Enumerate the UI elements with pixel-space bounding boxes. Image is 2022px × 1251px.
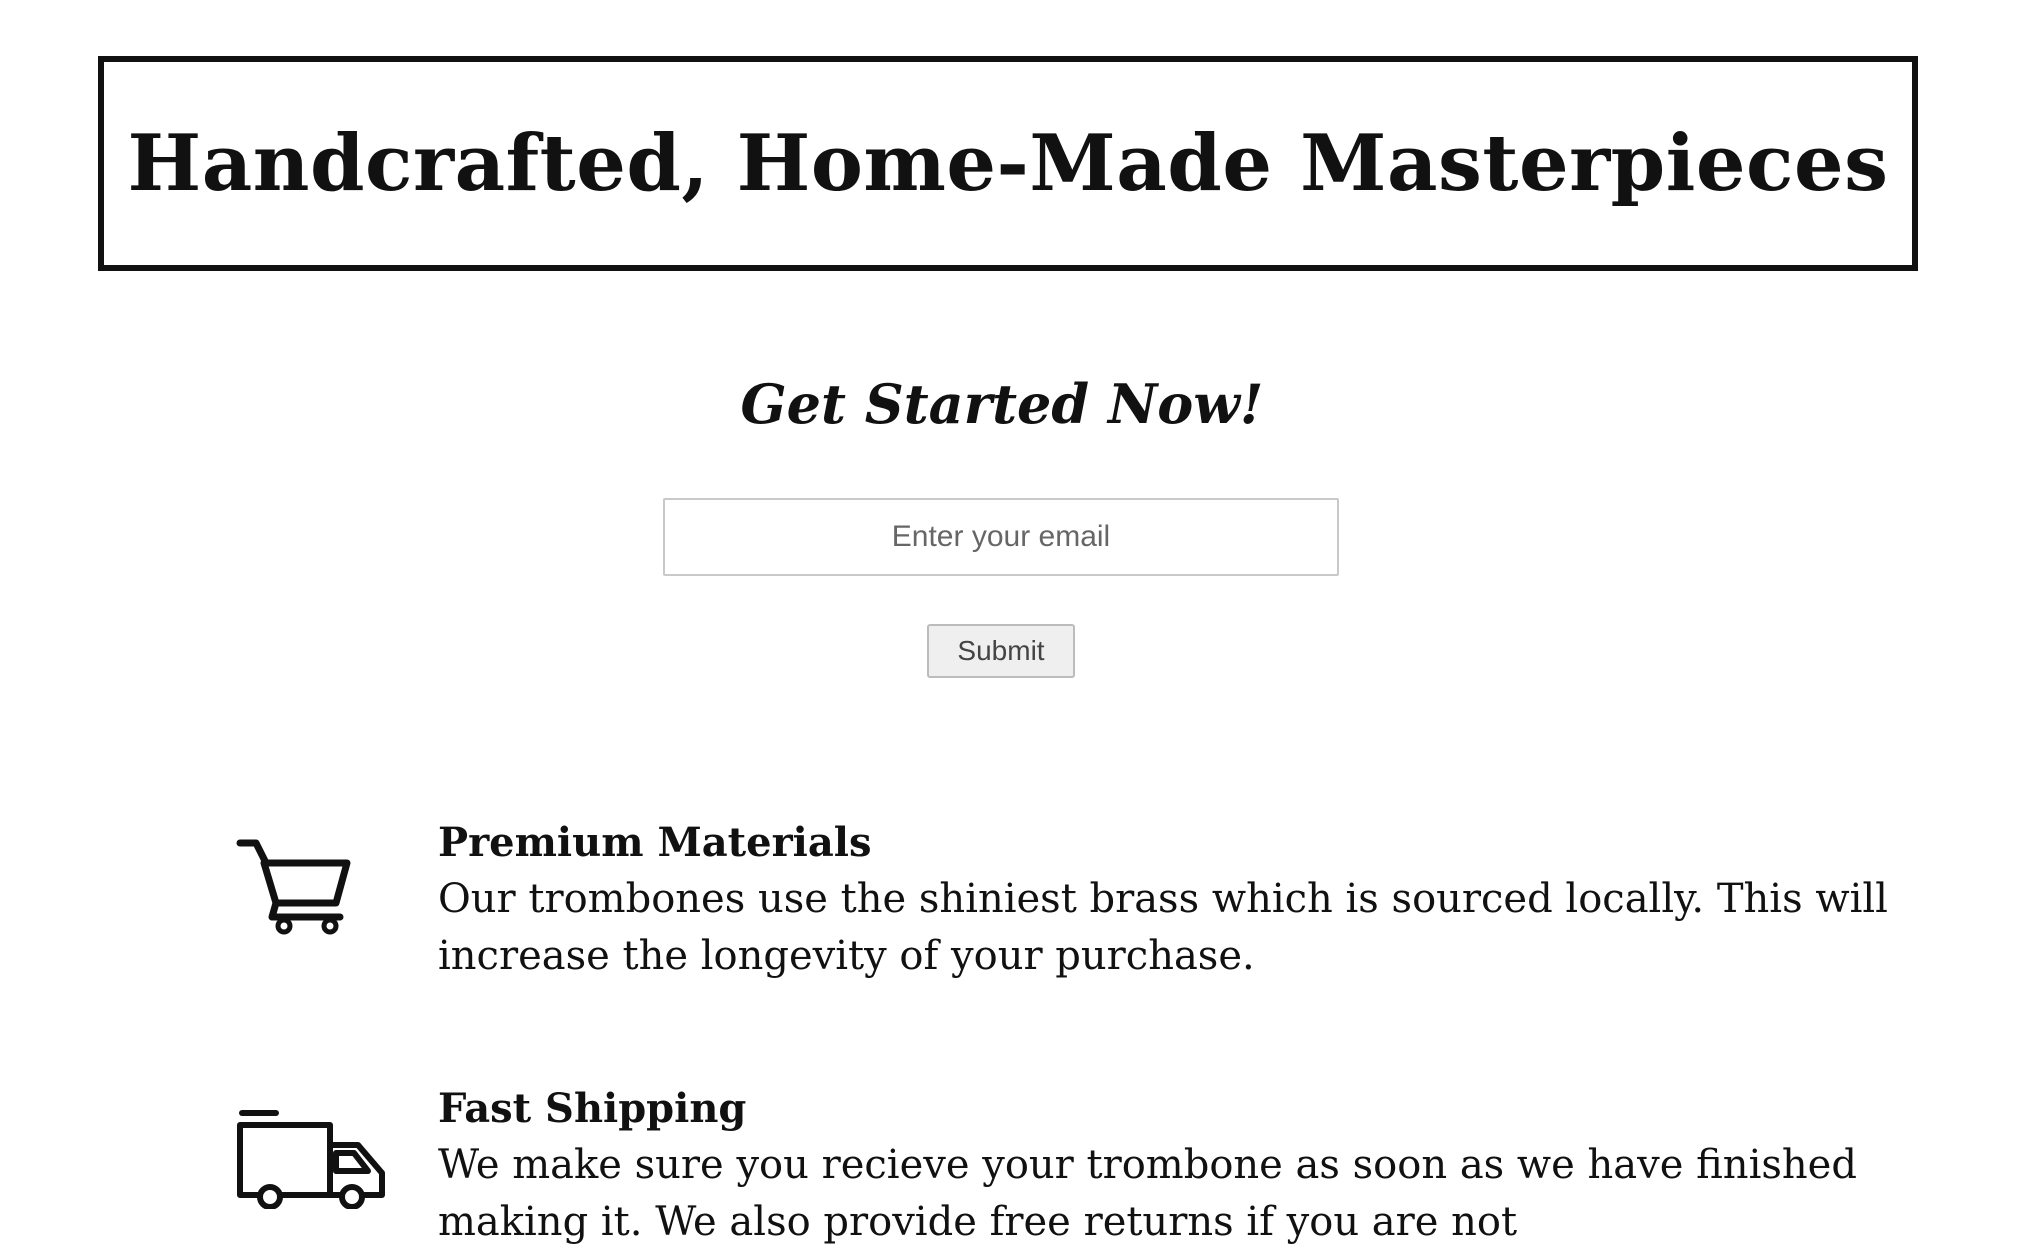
submit-button[interactable]: Submit: [927, 624, 1075, 678]
feature-text: Fast Shipping We make sure you recieve y…: [438, 1081, 1998, 1251]
hero-header: Handcrafted, Home-Made Masterpieces: [98, 56, 1918, 271]
feature-description: Our trombones use the shiniest brass whi…: [438, 876, 1888, 979]
feature-description: We make sure you recieve your trombone a…: [438, 1142, 1857, 1245]
shopping-cart-icon: [236, 837, 352, 939]
page-title: Handcrafted, Home-Made Masterpieces: [127, 118, 1889, 209]
feature-fast-shipping: Fast Shipping We make sure you recieve y…: [236, 1081, 1857, 1245]
signup-heading: Get Started Now!: [740, 372, 1264, 436]
feature-premium-materials: Premium Materials Our trombones use the …: [236, 815, 1888, 985]
feature-text: Premium Materials Our trombones use the …: [438, 815, 1998, 985]
feature-title: Fast Shipping: [438, 1085, 747, 1132]
feature-title: Premium Materials: [438, 819, 872, 866]
delivery-truck-icon: [236, 1109, 386, 1213]
email-input[interactable]: [663, 498, 1339, 576]
